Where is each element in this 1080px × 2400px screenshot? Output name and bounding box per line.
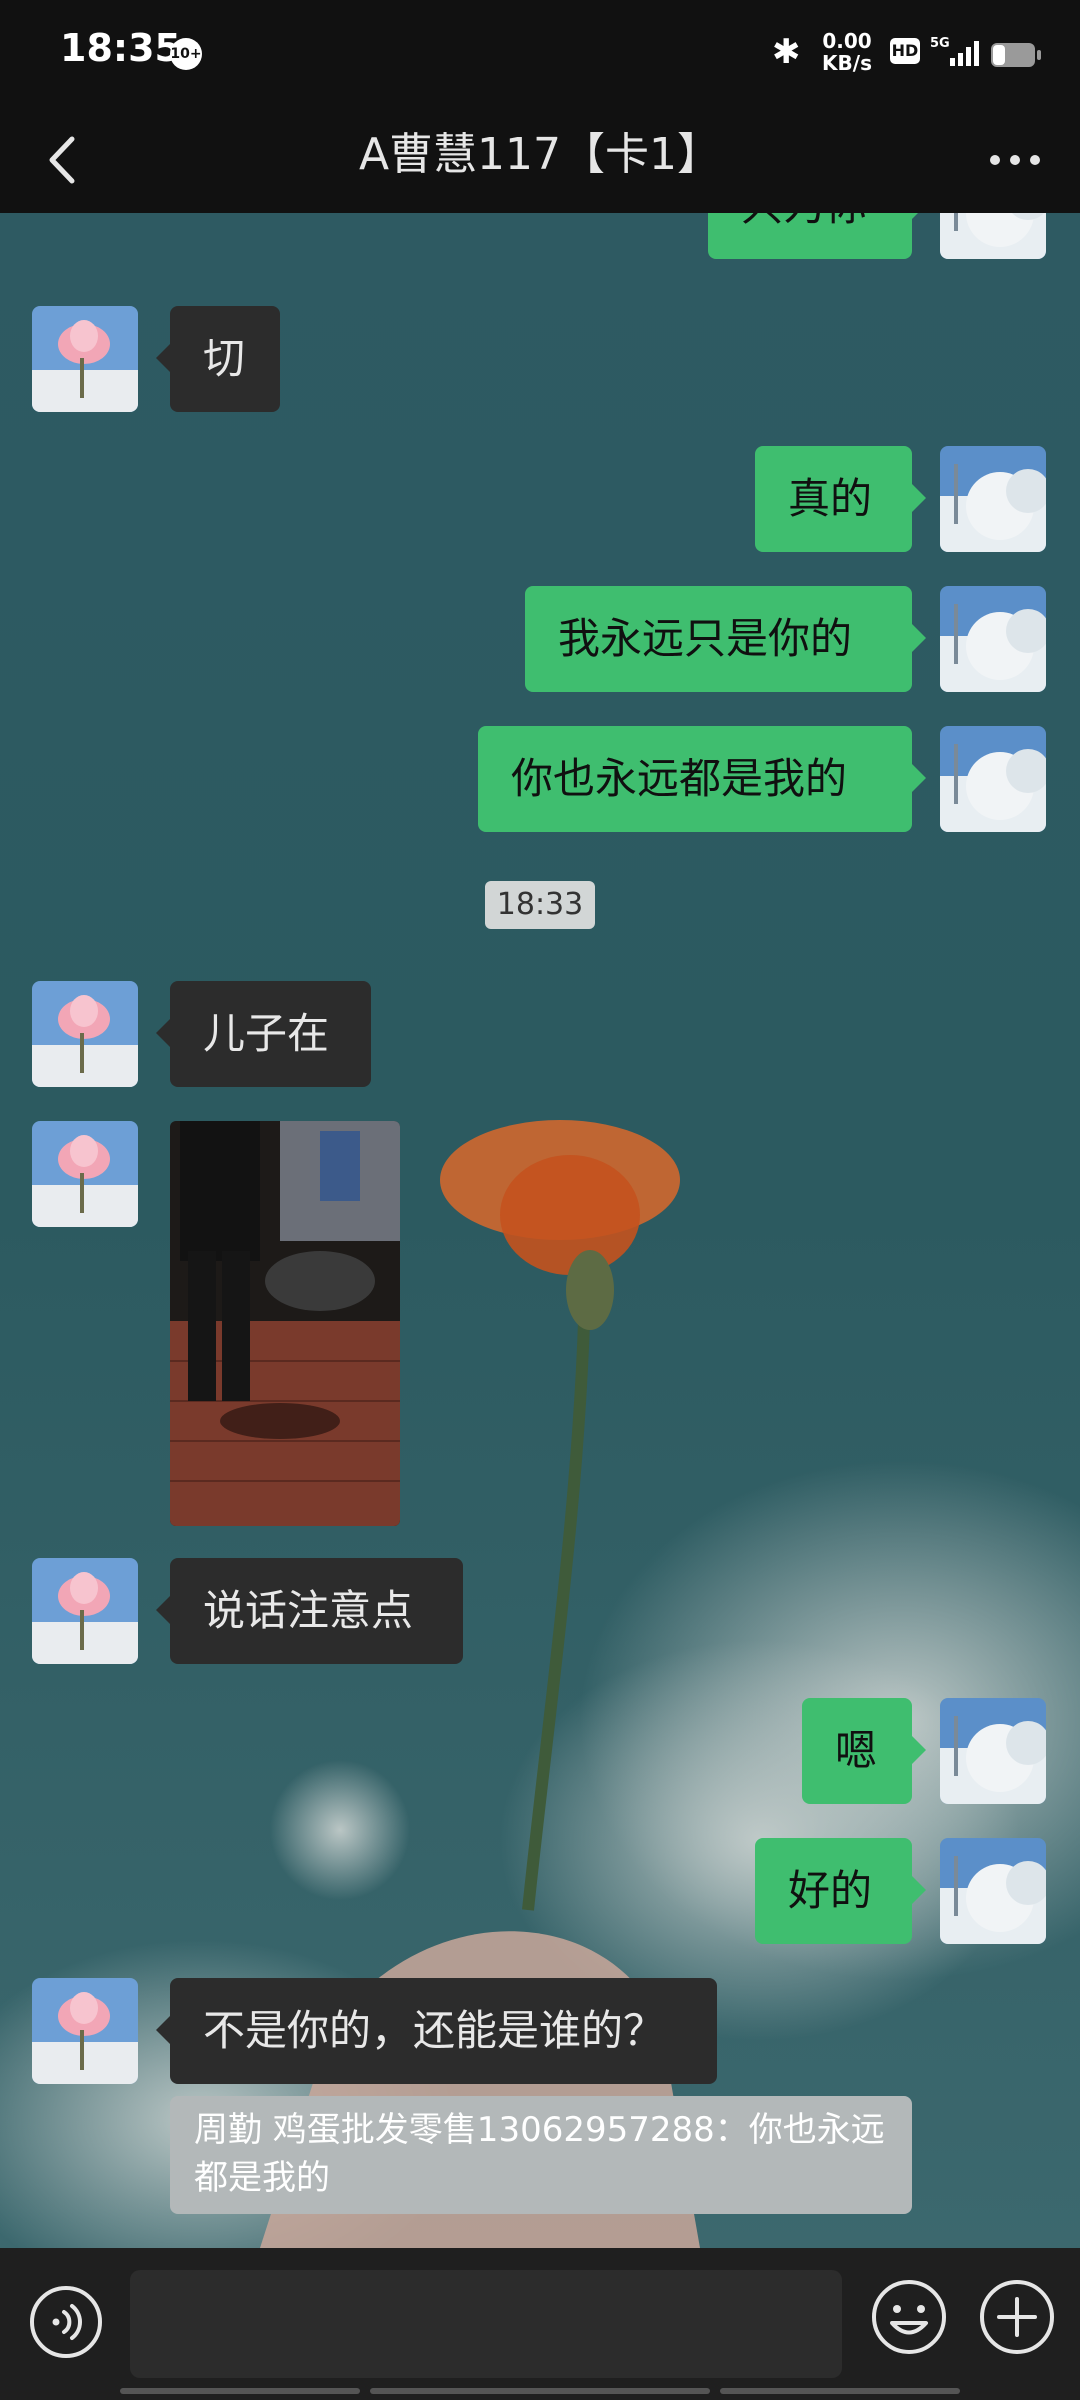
plus-icon[interactable] bbox=[978, 2278, 1056, 2356]
input-bar bbox=[0, 2248, 1080, 2400]
message-bubble[interactable]: 你也永远都是我的 bbox=[478, 726, 926, 832]
status-icons: ✱ 0.00 KB/s HD 5G bbox=[772, 30, 1042, 80]
battery-icon bbox=[991, 43, 1041, 67]
image-message[interactable] bbox=[170, 1121, 400, 1526]
lotus-avatar-image bbox=[32, 1558, 138, 1664]
svg-text:5G: 5G bbox=[930, 36, 950, 51]
notification-badge: 10+ bbox=[170, 38, 202, 70]
message-timestamp: 18:33 bbox=[485, 881, 595, 929]
cherry-blossom-avatar-image bbox=[940, 726, 1046, 832]
network-speed: 0.00 KB/s bbox=[817, 30, 877, 74]
message-bubble[interactable]: 切 bbox=[156, 306, 280, 412]
message-bubble[interactable]: 好的 bbox=[755, 1838, 926, 1944]
avatar-self[interactable] bbox=[940, 586, 1046, 692]
message-bubble[interactable]: 嗯 bbox=[802, 1698, 926, 1804]
message-bubble[interactable]: 只为你 bbox=[708, 213, 926, 259]
voice-icon[interactable] bbox=[28, 2284, 104, 2360]
emoji-icon[interactable] bbox=[870, 2278, 948, 2356]
network-speed-value: 0.00 bbox=[822, 29, 872, 53]
message-bubble[interactable]: 我永远只是你的 bbox=[525, 586, 926, 692]
message-list[interactable]: 只为你 切 真的 bbox=[0, 213, 1080, 2248]
hd-icon: HD bbox=[890, 38, 920, 64]
lotus-avatar-image bbox=[32, 981, 138, 1087]
message-bubble[interactable]: 说话注意点 bbox=[156, 1558, 463, 1664]
message-bubble[interactable]: 真的 bbox=[755, 446, 926, 552]
lotus-avatar-image bbox=[32, 306, 138, 412]
quoted-message[interactable]: 周勤 鸡蛋批发零售13062957288：你也永远都是我的 bbox=[170, 2096, 912, 2214]
lotus-avatar-image bbox=[32, 1978, 138, 2084]
message-bubble[interactable]: 不是你的，还能是谁的？ bbox=[156, 1978, 717, 2084]
cherry-blossom-avatar-image bbox=[940, 1838, 1046, 1944]
avatar-self[interactable] bbox=[940, 1698, 1046, 1804]
chat-header: A曹慧117【卡1】 bbox=[0, 105, 1080, 213]
avatar-contact[interactable] bbox=[32, 306, 138, 412]
navigation-handle bbox=[120, 2388, 960, 2394]
avatar-self[interactable] bbox=[940, 446, 1046, 552]
lotus-avatar-image bbox=[32, 1121, 138, 1227]
cherry-blossom-avatar-image bbox=[940, 1698, 1046, 1804]
cherry-blossom-avatar-image bbox=[940, 213, 1046, 259]
status-bar: 18:35 10+ ✱ 0.00 KB/s HD 5G bbox=[0, 0, 1080, 105]
bluetooth-icon: ✱ bbox=[772, 32, 801, 72]
avatar-contact[interactable] bbox=[32, 1121, 138, 1227]
network-speed-unit: KB/s bbox=[822, 51, 872, 75]
avatar-self[interactable] bbox=[940, 213, 1046, 259]
more-dots-icon[interactable] bbox=[980, 127, 1050, 193]
avatar-contact[interactable] bbox=[32, 981, 138, 1087]
chat-title: A曹慧117【卡1】 bbox=[358, 129, 722, 180]
cherry-blossom-avatar-image bbox=[940, 446, 1046, 552]
avatar-contact[interactable] bbox=[32, 1558, 138, 1664]
cherry-blossom-avatar-image bbox=[940, 586, 1046, 692]
avatar-self[interactable] bbox=[940, 726, 1046, 832]
message-bubble[interactable]: 儿子在 bbox=[156, 981, 371, 1087]
avatar-self[interactable] bbox=[940, 1838, 1046, 1944]
avatar-contact[interactable] bbox=[32, 1978, 138, 2084]
message-input[interactable] bbox=[130, 2270, 842, 2378]
signal-5g-icon: 5G bbox=[930, 36, 979, 66]
status-time: 18:35 bbox=[60, 26, 181, 70]
